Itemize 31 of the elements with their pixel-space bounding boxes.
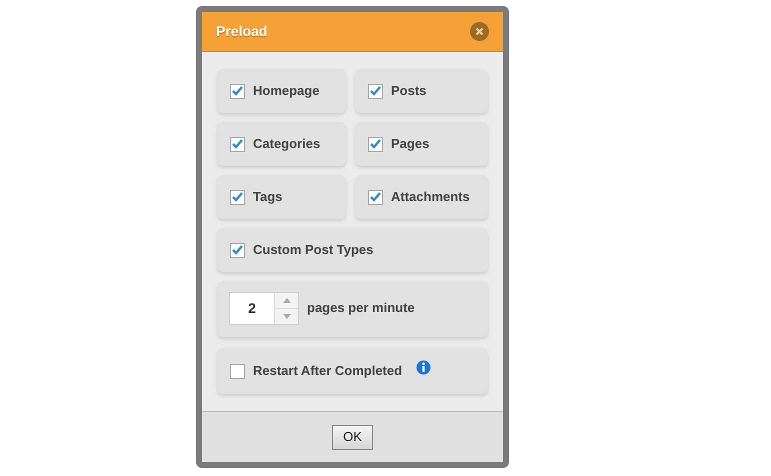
checkbox[interactable] [368,190,383,204]
checkbox[interactable] [368,136,383,152]
option-label: Posts [391,82,426,100]
checkbox[interactable] [230,136,245,152]
number-spinner[interactable]: 2 [229,292,299,325]
checkbox[interactable] [230,364,245,378]
checkmark-icon [370,139,381,149]
checkbox[interactable] [230,190,245,204]
checkbox[interactable] [230,242,245,258]
option-label: Restart After Completed [253,362,402,380]
info-icon[interactable] [416,360,432,375]
checkmark-icon [232,245,243,255]
option-label: Attachments [391,188,470,206]
option-label: Categories [253,135,320,154]
option-label: Tags [253,188,282,206]
close-button[interactable] [470,22,489,41]
checkbox[interactable] [230,84,245,98]
checkmark-icon [232,192,243,202]
checkmark-icon [232,86,243,96]
option-label: Pages [391,135,430,154]
rate-label: pages per minute [307,299,415,317]
close-icon [475,27,484,36]
dialog-title: Preload [216,22,268,41]
checkmark-icon [370,86,381,96]
checkbox[interactable] [368,84,383,98]
number-value: 2 [247,299,257,318]
option-label: Homepage [253,82,320,100]
checkmark-icon [232,139,243,149]
ok-button[interactable]: OK [332,424,373,450]
option-label: Custom Post Types [253,241,374,260]
checkmark-icon [370,192,381,202]
